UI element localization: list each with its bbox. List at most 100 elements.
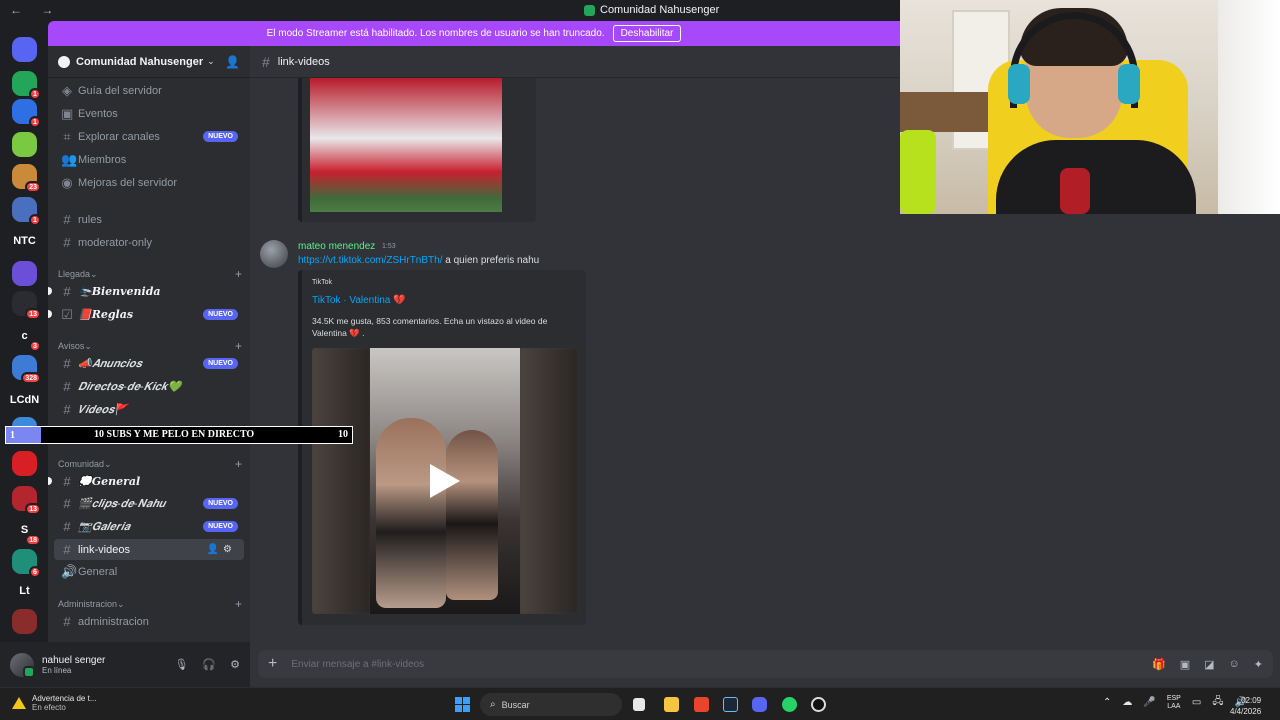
sidebar-item-events[interactable]: ▣ Eventos bbox=[54, 103, 244, 124]
chevron-down-icon: ⌄ bbox=[90, 268, 98, 279]
server-icon[interactable]: c3 bbox=[12, 323, 41, 352]
file-explorer-icon[interactable] bbox=[664, 697, 679, 712]
attached-photo[interactable] bbox=[310, 78, 502, 212]
category-administracion[interactable]: Administracion ⌄ + bbox=[58, 597, 242, 611]
create-channel-icon[interactable]: + bbox=[235, 597, 242, 611]
mention-badge: 23 bbox=[25, 181, 41, 193]
channel-item[interactable]: # link-videos 👤⚙ bbox=[54, 539, 244, 560]
category-comunidad[interactable]: Comunidad ⌄ + bbox=[58, 457, 242, 471]
server-header[interactable]: Comunidad Nahusenger ⌄ 👤 bbox=[48, 46, 250, 78]
network-icon[interactable]: 🖧 bbox=[1212, 694, 1223, 711]
channel-item[interactable]: # moderator-only bbox=[54, 232, 244, 253]
channel-item[interactable]: # rules bbox=[54, 209, 244, 230]
video-thumbnail[interactable] bbox=[312, 348, 578, 614]
subscriber-goal-bar: 1 10 SUBS Y ME PELO EN DIRECTO 10 bbox=[5, 426, 353, 444]
invite-people-icon[interactable]: 👤 bbox=[225, 55, 240, 69]
server-icon[interactable]: 13 bbox=[12, 486, 41, 515]
category-llegada[interactable]: Llegada ⌄ + bbox=[58, 267, 242, 281]
server-icon[interactable]: Lt bbox=[12, 578, 37, 603]
chevron-down-icon: ⌄ bbox=[104, 458, 112, 469]
brave-browser-icon[interactable] bbox=[694, 697, 709, 712]
windows-start-icon[interactable] bbox=[455, 697, 470, 712]
create-channel-icon[interactable]: + bbox=[235, 457, 242, 471]
server-icon[interactable]: 1 bbox=[12, 71, 41, 100]
add-attachment-icon[interactable]: + bbox=[268, 655, 277, 673]
microphone-icon[interactable]: 🎙 bbox=[174, 658, 188, 671]
avatar[interactable] bbox=[10, 652, 35, 678]
channel-item[interactable]: # 📣𝑨𝒏𝒖𝒏𝒄𝒊𝒐𝒔 NUEVO bbox=[54, 353, 244, 374]
server-icon[interactable]: 13 bbox=[12, 291, 41, 320]
settings-gear-icon[interactable]: ⚙ bbox=[230, 658, 240, 671]
task-view-icon[interactable] bbox=[633, 698, 645, 711]
server-icon[interactable]: NTC bbox=[12, 228, 37, 253]
avatar[interactable] bbox=[260, 240, 288, 268]
channel-item[interactable]: # 💭𝑮𝒆𝒏𝒆𝒓𝒂𝒍 bbox=[54, 471, 244, 492]
channel-item[interactable]: # administracion bbox=[54, 611, 244, 632]
whatsapp-icon[interactable] bbox=[782, 697, 797, 712]
video-person bbox=[376, 418, 446, 608]
sticker-icon[interactable]: ◪ bbox=[1204, 658, 1214, 671]
unread-indicator bbox=[48, 477, 52, 485]
server-icon[interactable]: 6 bbox=[12, 549, 41, 578]
message-link[interactable]: https://vt.tiktok.com/ZSHrTnBTh/ bbox=[298, 255, 442, 266]
microphone-icon[interactable]: 🎤 bbox=[1143, 697, 1155, 708]
previous-image-embed bbox=[298, 78, 536, 222]
channel-item[interactable]: ☑ 📕𝑹𝒆𝒈𝒍𝒂𝒔 NUEVO bbox=[54, 304, 244, 325]
display-icon[interactable]: ▭ bbox=[1192, 697, 1201, 708]
user-controls: 🎙 🎧 ⚙ bbox=[174, 658, 240, 671]
clock[interactable]: 02:09 4/4/2026 bbox=[1230, 695, 1261, 717]
steam-icon[interactable] bbox=[723, 697, 738, 712]
channel-label: link-videos bbox=[78, 543, 130, 556]
gift-icon[interactable]: 🎁 bbox=[1152, 658, 1166, 671]
weather-warning-widget[interactable]: Advertencia de t... En efecto bbox=[12, 694, 96, 712]
sidebar-item-members[interactable]: 👥 Miembros bbox=[54, 149, 244, 170]
headset-icon bbox=[1118, 64, 1140, 104]
disable-streamer-button[interactable]: Deshabilitar bbox=[612, 25, 682, 42]
server-icon[interactable] bbox=[12, 609, 37, 634]
play-icon[interactable] bbox=[430, 464, 460, 498]
apps-icon[interactable]: ✦ bbox=[1254, 658, 1263, 671]
message-author[interactable]: mateo menendez bbox=[298, 241, 375, 252]
channel-item[interactable]: # 𝑫𝒊𝒓𝒆𝒄𝒕𝒐𝒔-𝒅𝒆-𝑲𝒊𝒄𝒌💚 bbox=[54, 376, 244, 397]
nav-arrows[interactable]: ← → bbox=[10, 3, 61, 17]
server-icon[interactable]: 23 bbox=[12, 164, 41, 193]
message-input[interactable]: + Enviar mensaje a #link-videos 🎁 ▣ ◪ ☺ … bbox=[258, 650, 1273, 678]
new-badge: NUEVO bbox=[203, 498, 238, 509]
language-indicator[interactable]: ESP LAA bbox=[1167, 695, 1181, 711]
obs-icon[interactable] bbox=[811, 697, 826, 712]
sidebar-item-server-guide[interactable]: ◈ Guía del servidor bbox=[54, 80, 244, 101]
server-icon[interactable] bbox=[12, 132, 37, 157]
headphones-icon[interactable]: 🎧 bbox=[202, 658, 216, 671]
create-channel-icon[interactable]: + bbox=[235, 267, 242, 281]
chevron-up-icon[interactable]: ⌃ bbox=[1103, 697, 1111, 708]
category-avisos[interactable]: Avisos ⌄ + bbox=[58, 339, 242, 353]
server-icon[interactable]: 1 bbox=[12, 197, 41, 226]
embed-title-link[interactable]: TikTok · Valentina 💔 bbox=[312, 295, 406, 306]
discord-icon[interactable] bbox=[752, 697, 767, 712]
server-icon[interactable]: S 18 bbox=[12, 517, 41, 546]
channel-settings-icon[interactable]: 👤⚙ bbox=[207, 544, 236, 555]
taskbar-search[interactable]: ⌕ Buscar bbox=[480, 693, 622, 716]
clock-time: 02:09 bbox=[1241, 696, 1262, 705]
server-icon[interactable] bbox=[12, 261, 37, 286]
channel-item[interactable]: # 𝑽𝒊𝒅𝒆𝒐𝒔🚩 bbox=[54, 399, 244, 420]
cloud-icon[interactable]: ☁ bbox=[1122, 697, 1132, 708]
create-channel-icon[interactable]: + bbox=[235, 339, 242, 353]
sidebar-item-browse-channels[interactable]: ⌗ Explorar canales NUEVO bbox=[54, 126, 244, 147]
system-tray: ⌃ ☁ 🎤 ESP LAA ▭ 🖧 🔊 bbox=[1103, 694, 1247, 711]
channel-item[interactable]: # 🎬𝒄𝒍𝒊𝒑𝒔-𝒅𝒆-𝑵𝒂𝒉𝒖 NUEVO bbox=[54, 493, 244, 514]
server-icon[interactable]: 1 bbox=[12, 99, 41, 128]
channel-item[interactable]: # 🛬𝑩𝒊𝒆𝒏𝒗𝒆𝒏𝒊𝒅𝒂 bbox=[54, 281, 244, 302]
gif-icon[interactable]: ▣ bbox=[1180, 658, 1190, 671]
server-icon[interactable] bbox=[12, 451, 37, 476]
channel-item[interactable]: # 📷𝑮𝒂𝒍𝒆𝒓𝒊𝒂 NUEVO bbox=[54, 516, 244, 537]
voice-channel-item[interactable]: 🔊 General bbox=[54, 561, 244, 582]
embed-provider: TikTok bbox=[312, 279, 332, 286]
category-label: Llegada bbox=[58, 269, 91, 279]
sidebar-item-server-boosts[interactable]: ◉ Mejoras del servidor bbox=[54, 172, 244, 193]
user-info[interactable]: nahuel senger En línea bbox=[42, 655, 105, 675]
emoji-icon[interactable]: ☺ bbox=[1229, 658, 1240, 671]
discord-home-icon[interactable] bbox=[12, 37, 37, 62]
server-icon[interactable]: 328 bbox=[12, 355, 41, 384]
server-icon[interactable]: LCdN bbox=[10, 387, 39, 412]
